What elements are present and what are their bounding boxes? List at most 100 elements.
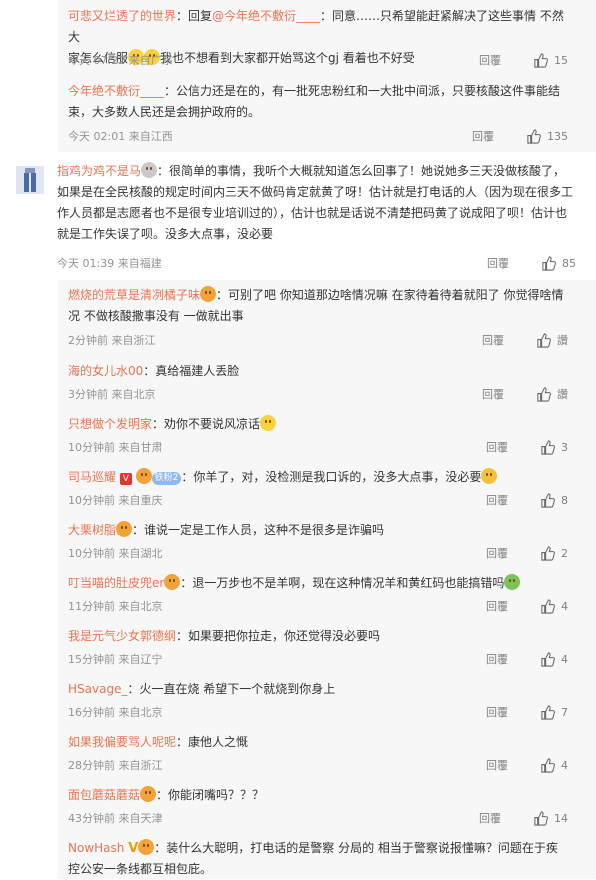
comment-text: 今年绝不敷衍____：公信力还是在的，有一批死忠粉红和一大批中间派，只要核酸这件… [68,81,573,123]
reply-username[interactable]: 叮当喵的肚皮兜er [68,576,164,590]
reply-text: 司马巡耀 V 铁粉2 ：你羊了，对，没检测是我口诉的，没多大点事，没必要 [68,467,573,488]
like-button[interactable]: 85 [541,255,576,271]
like-count: 135 [547,129,568,143]
reply-meta: 3分钟前 来自北京 [68,388,156,401]
like-button[interactable]: 3 [540,439,568,455]
like-count: 3 [561,440,568,454]
reply-meta: 10分钟前 来自甘肃 [68,441,163,454]
reply-button[interactable]: 回覆 [486,704,508,720]
thumbs-up-icon [542,255,556,271]
like-count: 14 [554,811,568,825]
comment-body: ：回复 [176,9,213,23]
reply-username[interactable]: 面包蘑菇蘑菇 [68,788,140,802]
reply-text: 如果我偏要骂人呢呢：康他人之慨 [68,732,573,753]
reply-button[interactable]: 回覆 [479,810,501,826]
reply-text: 面包蘑菇蘑菇 ：你能闭嘴吗？？？ [68,785,573,806]
reply-meta: 10分钟前 来自重庆 [68,494,163,507]
reply-body: ：你羊了，对，没检测是我口诉的，没多大点事，没必要 [181,470,482,484]
comment-body: ：公信力还是在的，有一批死忠粉红和一大批中间派，只要核酸这件事能结 [164,84,561,98]
reply-button[interactable]: 回覆 [486,757,508,773]
like-button[interactable]: 15 [533,52,568,68]
like-button[interactable]: 14 [533,810,568,826]
reply-button[interactable]: 回覆 [479,52,501,68]
reply-text: 叮当喵的肚皮兜er ：退一万步也不是羊啊，现在这种情况羊和黄红码也能搞错吗 [68,573,573,594]
like-button[interactable]: 7 [540,704,568,720]
reply-button[interactable]: 回覆 [486,439,508,455]
verified-v-icon: V [119,473,132,485]
reply-button[interactable]: 回覆 [482,332,504,348]
comment-body: 束，大多数人民还是会拥护政府的。 [68,105,261,119]
reply-button[interactable]: 回覆 [486,598,508,614]
reply-button[interactable]: 回覆 [472,128,494,144]
reply-meta: 2分钟前 来自浙江 [68,334,156,347]
comment-username[interactable]: 指鸡为鸡不是马 [57,164,141,178]
like-button[interactable]: 讚 [536,332,568,348]
reply-button[interactable]: 回覆 [482,386,504,402]
frog-emoji-icon [504,574,521,590]
reply-button[interactable]: 回覆 [486,545,508,561]
reply-actions: 回覆 7 [486,704,568,720]
comment-meta: 今天 07:22 来自广东 [68,54,173,67]
reply-meta: 28分钟前 来自浙江 [68,759,163,772]
reply-username[interactable]: 只想做个发明家 [68,417,152,431]
reply-body: ：退一万步也不是羊啊，现在这种情况羊和黄红码也能搞错吗 [180,576,505,590]
comment-username[interactable]: 可悲又烂透了的世界 [68,9,176,23]
reply-actions: 回覆 讚 [482,386,568,402]
thumbs-up-icon [527,128,541,144]
reply-button[interactable]: 回覆 [486,492,508,508]
reply-body: ：你能闭嘴吗？？？ [156,788,265,802]
reply-username[interactable]: 司马巡耀 [68,470,116,484]
like-button[interactable]: 8 [540,492,568,508]
reply-actions: 回覆 2 [486,545,568,561]
reply-text: HSavage_：火一直在烧 希望下一个就烧到你身上 [68,679,573,700]
fan-badge-icon [164,574,181,590]
reply-button[interactable]: 回覆 [486,651,508,667]
thumbs-up-icon [537,386,551,402]
mention-link[interactable]: @今年绝不敷衍____ [212,9,320,23]
fan-badge-icon [200,286,217,302]
like-count: 讚 [557,388,568,401]
reply-actions: 回覆 4 [486,757,568,773]
avatar-image [16,166,44,194]
reply-actions: 回覆 8 [486,492,568,508]
comment-body: ：很简单的事情，我听个大概就知道怎么回事了！她说她多三天没做核酸了， [157,164,566,178]
reply-username[interactable]: 大栗树脂 [68,523,116,537]
reply-username[interactable]: 海的女儿水00 [68,364,143,378]
like-button[interactable]: 135 [526,128,568,144]
reply-text: 只想做个发明家：劝你不要说风凉话 [68,414,573,435]
comment-actions: 回覆 15 [479,52,568,68]
like-count: 讚 [557,334,568,347]
comment-actions: 回覆 85 [487,255,576,271]
reply-actions: 回覆 讚 [482,332,568,348]
reply-meta: 15分钟前 来自辽宁 [68,653,163,666]
like-button[interactable]: 4 [540,651,568,667]
like-button[interactable]: 4 [540,757,568,773]
emoji-icon [260,415,277,431]
comment-username[interactable]: 今年绝不敷衍____ [68,84,164,98]
like-button[interactable]: 2 [540,545,568,561]
reply-actions: 回覆 3 [486,439,568,455]
reply-username[interactable]: 如果我偏要骂人呢呢 [68,735,176,749]
reply-body: ：劝你不要说风凉话 [152,417,261,431]
reply-actions: 回覆 14 [479,810,568,826]
reply-body: ：真给福建人丢脸 [143,364,240,378]
thumbs-up-icon [534,810,548,826]
like-button[interactable]: 讚 [536,386,568,402]
reply-username[interactable]: 燃烧的荒草是清冽橘子味 [68,288,200,302]
comment-meta: 今天 02:01 来自江西 [68,130,173,143]
reply-username[interactable]: 我是元气少女郭德纲 [68,629,176,643]
avatar[interactable] [16,166,44,194]
reply-body: ：火一直在烧 希望下一个就烧到你身上 [127,682,336,696]
like-count: 15 [554,53,568,67]
fan-badge-icon [138,839,155,855]
like-button[interactable]: 4 [540,598,568,614]
comment-body: 我也不想看到大家都开始骂这个gj 看着也不好受 [160,51,415,65]
reply-username[interactable]: HSavage_ [68,682,127,696]
emoji-icon [481,468,498,484]
reply-body: ：谁说一定是工作人员，这种不是很多是诈骗吗 [132,523,385,537]
reply-username[interactable]: NowHash [68,841,124,855]
reply-text: 我是元气少女郭德纲：如果要把你拉走，你还觉得没必要吗 [68,626,573,647]
reply-button[interactable]: 回覆 [487,255,509,271]
like-count: 4 [561,599,568,613]
thumbs-up-icon [541,492,555,508]
